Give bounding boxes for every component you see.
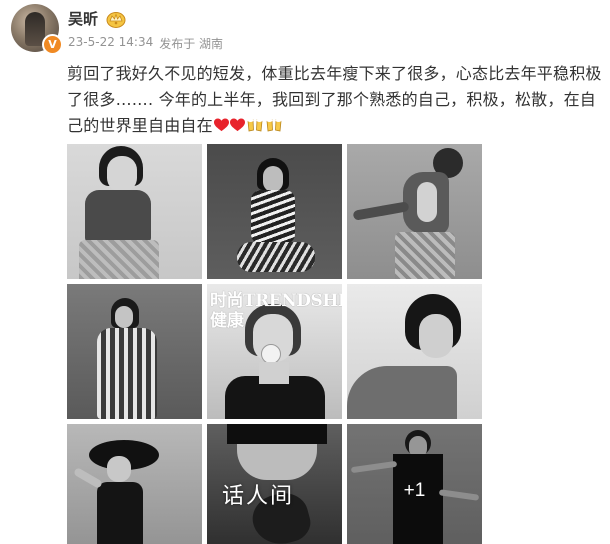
photo-1[interactable] <box>67 144 202 279</box>
photo-4-face <box>115 306 133 328</box>
post-timestamp[interactable]: 23-5-22 14:34 <box>68 35 153 52</box>
avatar[interactable]: V <box>11 4 63 55</box>
photo-8-hair <box>227 424 327 444</box>
photo-5-neck <box>259 362 289 384</box>
photo-7[interactable] <box>67 424 202 544</box>
post-text: 剪回了我好久不见的短发，体重比去年瘦下来了很多，心态比去年平稳积极了很多……. … <box>67 61 603 139</box>
photo-3-back <box>417 182 437 222</box>
post-source: 发布于 湖南 <box>159 37 224 51</box>
photo-5-magazine-cover[interactable]: 时尚TRENDSHEALTH 健康 <box>207 284 342 419</box>
photo-2-face <box>263 166 283 192</box>
post-meta: 23-5-22 14:34 发布于 湖南 <box>68 35 223 52</box>
heart-emoji <box>229 118 245 132</box>
photo-6-shoulder <box>347 366 457 419</box>
photo-2-body <box>251 190 295 244</box>
photo-7-arm <box>73 467 103 489</box>
photo-5-bubble <box>261 344 281 364</box>
photo-6[interactable] <box>347 284 482 419</box>
photo-6-face <box>419 314 453 358</box>
photo-1-face <box>107 156 137 192</box>
post-body: 剪回了我好久不见的短发，体重比去年瘦下来了很多，心态比去年平稳积极了很多……. … <box>67 64 602 135</box>
photo-3[interactable] <box>347 144 482 279</box>
photo-1-top <box>85 190 151 242</box>
photo-4[interactable] <box>67 284 202 419</box>
username-row: 吴昕 <box>68 8 223 29</box>
weibo-post: V 吴昕 23-5-22 14:34 发布于 湖南 剪回了我好久不见的短发，体重… <box>0 0 610 544</box>
photo-1-skirt <box>79 240 159 279</box>
cheers-emoji <box>266 119 282 132</box>
username[interactable]: 吴昕 <box>68 8 98 29</box>
photo-7-face <box>107 456 131 482</box>
verified-v-icon: V <box>42 34 63 55</box>
photo-7-dress <box>97 482 143 544</box>
post-header: 吴昕 23-5-22 14:34 发布于 湖南 <box>68 8 223 52</box>
photo-2[interactable] <box>207 144 342 279</box>
watermark: 话人间 <box>222 484 295 509</box>
photo-4-robe <box>97 328 157 419</box>
crown-icon <box>106 11 126 28</box>
magazine-title-line-2: 健康 <box>210 311 244 331</box>
photo-3-skirt <box>395 232 455 279</box>
photo-9[interactable]: +1 <box>347 424 482 544</box>
more-photos-count: +1 <box>403 480 426 501</box>
heart-emoji <box>213 118 229 132</box>
photo-2-legs <box>237 242 315 272</box>
cheers-emoji <box>247 119 263 132</box>
photo-3-arms <box>352 201 410 221</box>
